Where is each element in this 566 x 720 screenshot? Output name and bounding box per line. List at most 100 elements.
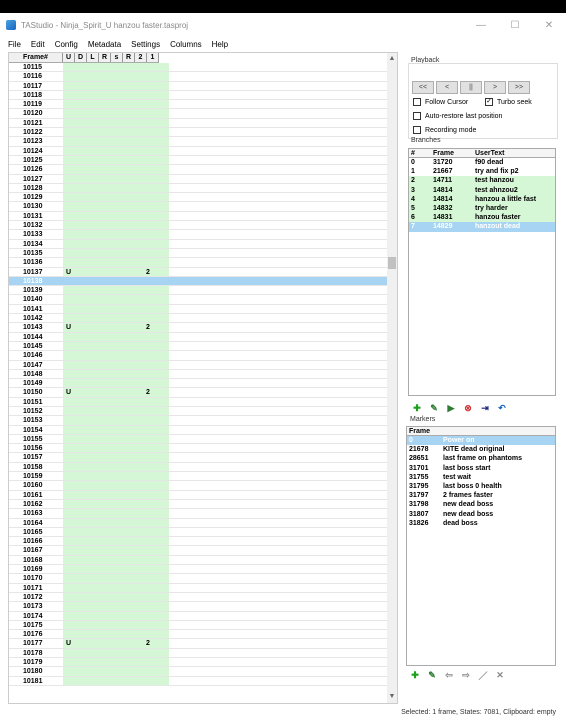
input-cells[interactable] xyxy=(63,667,169,676)
input-cells[interactable] xyxy=(63,481,169,490)
table-row[interactable]: 10124 xyxy=(9,146,389,156)
input-cells[interactable] xyxy=(63,314,169,323)
menu-metadata[interactable]: Metadata xyxy=(88,40,121,49)
table-row[interactable]: 10153 xyxy=(9,416,389,426)
table-row[interactable]: 10130 xyxy=(9,202,389,212)
table-row[interactable]: 10118 xyxy=(9,90,389,101)
input-cells[interactable] xyxy=(63,546,169,555)
update-branch-icon[interactable]: ✎ xyxy=(427,401,441,415)
table-row[interactable]: 10132 xyxy=(9,221,389,231)
table-row[interactable]: 10152 xyxy=(9,406,389,417)
input-cells[interactable] xyxy=(63,592,169,602)
input-cells[interactable]: U2 xyxy=(63,267,169,276)
table-row[interactable]: 10168 xyxy=(9,555,389,566)
input-cells[interactable] xyxy=(63,537,169,546)
table-row[interactable]: 10160 xyxy=(9,481,389,491)
table-row[interactable]: 10123 xyxy=(9,137,389,147)
table-row[interactable]: 10154 xyxy=(9,425,389,435)
table-row[interactable]: 10133 xyxy=(9,230,389,240)
input-cells[interactable] xyxy=(63,295,169,304)
input-cells[interactable] xyxy=(63,360,169,369)
input-up[interactable]: U xyxy=(66,323,71,332)
input-cells[interactable] xyxy=(63,499,169,509)
input-cells[interactable] xyxy=(63,490,169,499)
table-row[interactable]: 10163 xyxy=(9,509,389,519)
input-cells[interactable] xyxy=(63,128,169,137)
title-bar[interactable]: TAStudio - Ninja_Spirit_U hanzou faster.… xyxy=(0,13,566,37)
list-item[interactable]: 5 14832 try harder xyxy=(409,203,555,214)
table-row[interactable]: 10179 xyxy=(9,658,389,668)
input-cells[interactable] xyxy=(63,416,169,425)
list-item[interactable]: 4 14814 hanzou a little fast xyxy=(409,194,555,204)
input-cells[interactable] xyxy=(63,555,169,565)
input-cells[interactable] xyxy=(63,81,169,90)
input-cells[interactable] xyxy=(63,620,169,630)
menu-columns[interactable]: Columns xyxy=(170,40,202,49)
table-row[interactable]: 10166 xyxy=(9,537,389,547)
scroll-up-icon[interactable]: ▲ xyxy=(387,55,397,65)
edit-marker-icon[interactable]: ✎ xyxy=(425,668,439,682)
input-cells[interactable] xyxy=(63,676,169,685)
piano-roll[interactable]: Frame# U D L R s R 2 1 10115 10116 10117 10… xyxy=(8,52,398,704)
input-cells[interactable] xyxy=(63,379,169,388)
column-up[interactable]: U xyxy=(63,53,75,62)
table-row[interactable]: 10121 xyxy=(9,118,389,129)
branches-list[interactable]: # Frame UserText 0 31720 f90 dead 1 21667 try… xyxy=(408,148,556,396)
input-cells[interactable] xyxy=(63,648,169,657)
input-cells[interactable] xyxy=(63,221,169,230)
input-cells[interactable] xyxy=(63,351,169,360)
scrollbar-thumb[interactable] xyxy=(388,257,396,269)
table-row[interactable]: 10146 xyxy=(9,351,389,361)
input-cells[interactable] xyxy=(63,341,169,351)
load-branch-icon[interactable]: ▶ xyxy=(444,401,458,415)
input-cells[interactable] xyxy=(63,369,169,379)
input-cells[interactable] xyxy=(63,630,169,639)
table-row[interactable]: 10120 xyxy=(9,109,389,119)
column-right[interactable]: R xyxy=(99,53,111,62)
table-row[interactable]: 10131 xyxy=(9,211,389,222)
menu-config[interactable]: Config xyxy=(55,40,78,49)
table-row[interactable]: 10170 xyxy=(9,574,389,584)
list-item[interactable]: 31701 last boss start xyxy=(407,464,555,473)
input-cells[interactable] xyxy=(63,248,169,258)
menu-edit[interactable]: Edit xyxy=(31,40,45,49)
table-row[interactable]: 10147 xyxy=(9,360,389,370)
input-cells[interactable] xyxy=(63,174,169,183)
rename-marker-icon[interactable]: ／ xyxy=(476,668,490,682)
input-cells[interactable] xyxy=(63,90,169,100)
table-row[interactable]: 10135 xyxy=(9,248,389,259)
next-marker-icon[interactable]: ⇨ xyxy=(459,668,473,682)
table-row[interactable]: 10125 xyxy=(9,155,389,166)
piano-roll-scrollbar[interactable]: ▲ ▼ xyxy=(387,53,397,703)
branches-col-frame[interactable]: Frame xyxy=(431,149,473,157)
table-row[interactable]: 10142 xyxy=(9,314,389,324)
table-row[interactable]: 10165 xyxy=(9,527,389,538)
input-cells[interactable] xyxy=(63,230,169,239)
list-item[interactable]: 31755 test wait xyxy=(407,473,555,482)
input-cells[interactable] xyxy=(63,258,169,267)
input-cells[interactable] xyxy=(63,527,169,537)
table-row[interactable]: 10150 U 2 xyxy=(9,388,389,398)
input-cells[interactable] xyxy=(63,202,169,211)
table-row[interactable]: 10141 xyxy=(9,304,389,315)
frame-forward-button[interactable]: > xyxy=(484,81,506,94)
minimize-button[interactable]: — xyxy=(464,13,498,37)
table-row[interactable]: 10115 xyxy=(9,63,389,73)
input-cells[interactable] xyxy=(63,239,169,248)
table-row[interactable]: 10116 xyxy=(9,72,389,82)
add-branch-icon[interactable]: ✚ xyxy=(410,401,424,415)
list-item[interactable]: 3 14814 test ahnzou2 xyxy=(409,185,555,195)
markers-col-text[interactable] xyxy=(441,427,523,435)
input-button-2[interactable]: 2 xyxy=(146,639,150,648)
menu-settings[interactable]: Settings xyxy=(131,40,160,49)
input-cells[interactable] xyxy=(63,518,169,527)
input-cells[interactable] xyxy=(63,304,169,314)
table-row[interactable]: 10137 U 2 xyxy=(9,267,389,277)
undo-branch-icon[interactable]: ↶ xyxy=(495,401,509,415)
table-row[interactable]: 10119 xyxy=(9,100,389,110)
rewind-button[interactable]: << xyxy=(412,81,434,94)
frame-back-button[interactable]: < xyxy=(436,81,458,94)
column-frame[interactable]: Frame# xyxy=(9,53,63,62)
list-item[interactable]: 2 14711 test hanzou xyxy=(409,176,555,186)
auto-restore-checkbox[interactable]: Auto-restore last position xyxy=(413,112,502,120)
